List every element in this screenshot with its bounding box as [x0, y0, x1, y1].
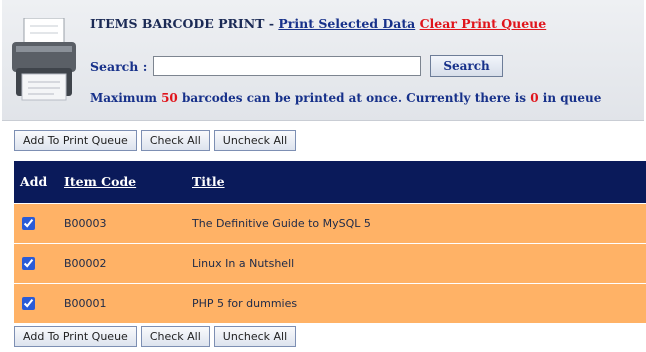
clear-print-queue-link[interactable]: Clear Print Queue	[420, 16, 547, 31]
row-checkbox[interactable]	[22, 256, 35, 270]
print-selected-link[interactable]: Print Selected Data	[278, 16, 415, 31]
max-count: 50	[161, 91, 178, 105]
check-all-button[interactable]: Check All	[140, 326, 210, 347]
item-code-cell: B00003	[64, 216, 107, 230]
title-cell: The Definitive Guide to MySQL 5	[192, 216, 371, 230]
printer-icon	[12, 18, 76, 101]
title-sort-link[interactable]: Title	[192, 174, 225, 189]
uncheck-all-button[interactable]: Uncheck All	[213, 326, 297, 347]
column-header-add: Add	[20, 174, 48, 190]
info-middle: barcodes can be printed at once. Current…	[177, 91, 531, 105]
item-code-sort-link[interactable]: Item Code	[64, 174, 136, 189]
row-checkbox[interactable]	[22, 216, 35, 230]
add-to-print-queue-button[interactable]: Add To Print Queue	[14, 130, 137, 151]
item-code-cell: B00002	[64, 256, 107, 270]
info-suffix: in queue	[538, 91, 602, 105]
header-panel: ITEMS BARCODE PRINT - Print Selected Dat…	[2, 0, 644, 121]
queue-info: Maximum 50 barcodes can be printed at on…	[90, 91, 601, 105]
uncheck-all-button[interactable]: Uncheck All	[213, 130, 297, 151]
title-cell: PHP 5 for dummies	[192, 296, 298, 310]
table-header-row: Add Item Code Title	[14, 161, 646, 203]
column-header-title[interactable]: Title	[192, 161, 646, 203]
bottom-action-bar: Add To Print Queue Check All Uncheck All	[14, 326, 297, 347]
title-separator: -	[264, 16, 279, 31]
title-cell: Linux In a Nutshell	[192, 256, 295, 270]
search-input[interactable]	[153, 56, 422, 76]
page-title: ITEMS BARCODE PRINT	[90, 16, 265, 31]
add-to-print-queue-button[interactable]: Add To Print Queue	[14, 326, 137, 347]
info-prefix: Maximum	[90, 91, 162, 105]
table-row: B00003 The Definitive Guide to MySQL 5	[14, 203, 646, 243]
column-header-item-code[interactable]: Item Code	[64, 161, 192, 203]
items-table: Add Item Code Title B00003 The Definitiv…	[14, 161, 646, 323]
search-label: Search :	[90, 58, 148, 74]
check-all-button[interactable]: Check All	[140, 130, 210, 151]
search-row: Search : Search	[90, 55, 503, 77]
table-row: B00002 Linux In a Nutshell	[14, 243, 646, 283]
header-title-line: ITEMS BARCODE PRINT - Print Selected Dat…	[90, 16, 546, 31]
search-button[interactable]: Search	[430, 55, 503, 77]
top-action-bar: Add To Print Queue Check All Uncheck All	[14, 130, 297, 151]
table-row: B00001 PHP 5 for dummies	[14, 283, 646, 323]
queue-count: 0	[530, 91, 539, 105]
item-code-cell: B00001	[64, 296, 107, 310]
row-checkbox[interactable]	[22, 297, 35, 310]
